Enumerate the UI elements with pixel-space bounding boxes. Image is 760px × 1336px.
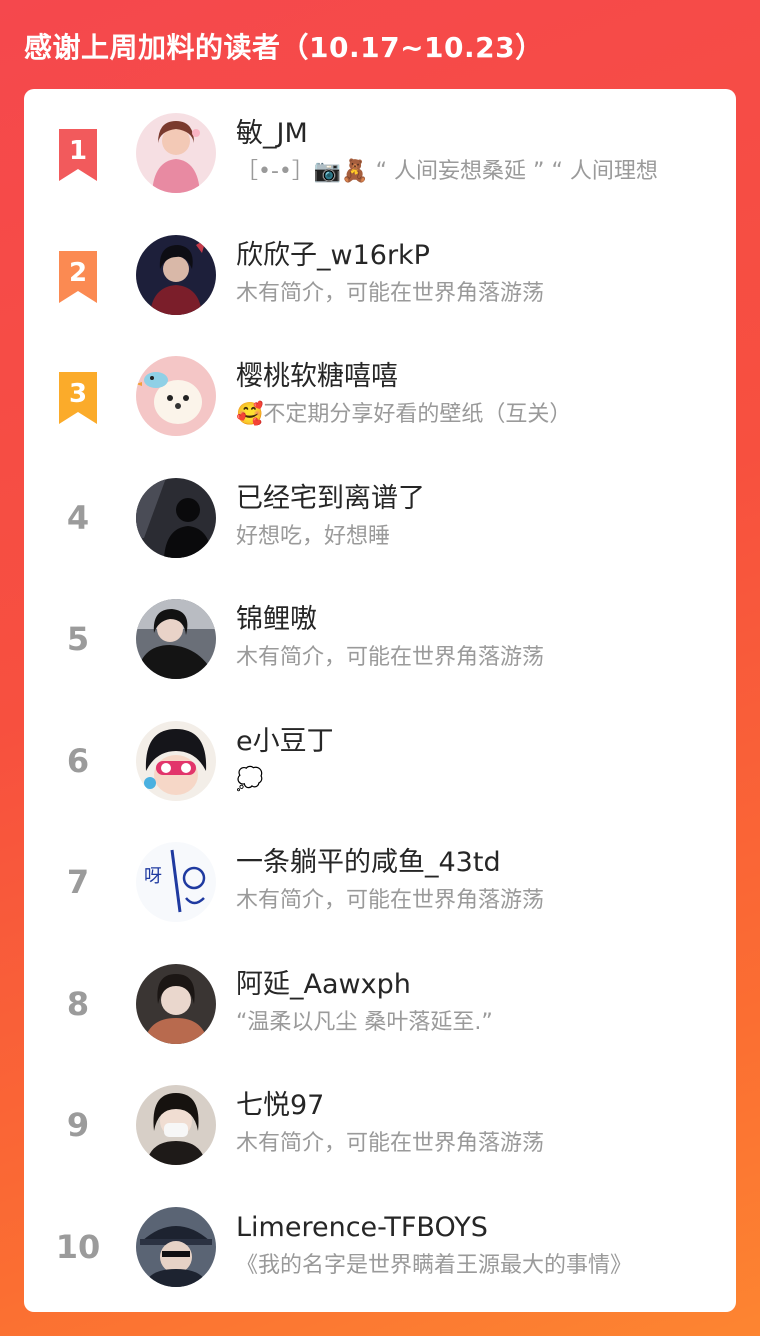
- avatar[interactable]: [136, 964, 216, 1044]
- list-item[interactable]: 5 锦鲤嗷 木有简介，可能在世界角落游荡: [24, 589, 736, 689]
- rank-number: 10: [55, 1228, 101, 1266]
- list-item[interactable]: 8 阿延_Aawxph “温柔以凡尘 桑叶落延至.”: [24, 954, 736, 1054]
- reader-name[interactable]: 锦鲤嗷: [236, 601, 716, 639]
- reader-name[interactable]: 七悦97: [236, 1087, 716, 1125]
- reader-list-card: 1 敏_JM ［•-•］📷🧸 “ 人间妄想桑延 ” “ 人间理想 2 欣欣子_w…: [24, 89, 736, 1312]
- reader-name[interactable]: 樱桃软糖嘻嘻: [236, 358, 716, 396]
- reader-bio: 🥰不定期分享好看的壁纸（互关）: [236, 402, 572, 427]
- list-item[interactable]: 1 敏_JM ［•-•］📷🧸 “ 人间妄想桑延 ” “ 人间理想: [24, 103, 736, 203]
- rank-number: 8: [66, 985, 90, 1023]
- rank-number: 4: [66, 499, 90, 537]
- avatar[interactable]: [136, 356, 216, 436]
- rank-number: 5: [66, 620, 90, 658]
- list-item[interactable]: 10 Limerence-TFBOYS 《我的名字是世界瞒着王源最大的事情》: [24, 1197, 736, 1297]
- reader-bio: “温柔以凡尘 桑叶落延至.”: [236, 1010, 493, 1035]
- rank-number: 9: [66, 1106, 90, 1144]
- reader-bio: 木有简介，可能在世界角落游荡: [236, 281, 545, 306]
- rank-label: 2: [69, 258, 87, 288]
- reader-name[interactable]: 欣欣子_w16rkP: [236, 237, 716, 275]
- list-item[interactable]: 7 呀 一条躺平的咸鱼_43td 木有简介，可能在世界角落游荡: [24, 832, 736, 932]
- avatar[interactable]: [136, 235, 216, 315]
- rank-number: 7: [66, 863, 90, 901]
- reader-bio: ［•-•］📷🧸 “ 人间妄想桑延 ” “ 人间理想: [236, 159, 658, 184]
- reader-bio: 💭: [236, 767, 264, 792]
- rank-ribbon-icon: 1: [57, 127, 99, 183]
- page-title: 感谢上周加料的读者（10.17~10.23）: [24, 31, 544, 64]
- list-item[interactable]: 3 樱桃软糖嘻嘻 🥰不定期分享好看的壁纸（互关）: [24, 346, 736, 446]
- reader-name[interactable]: Limerence-TFBOYS: [236, 1209, 716, 1247]
- avatar[interactable]: [136, 599, 216, 679]
- avatar[interactable]: [136, 721, 216, 801]
- reader-name[interactable]: 阿延_Aawxph: [236, 966, 716, 1004]
- list-item[interactable]: 9 七悦97 木有简介，可能在世界角落游荡: [24, 1075, 736, 1175]
- reader-bio: 木有简介，可能在世界角落游荡: [236, 1131, 545, 1156]
- list-item[interactable]: 2 欣欣子_w16rkP 木有简介，可能在世界角落游荡: [24, 225, 736, 325]
- reader-name[interactable]: e小豆丁: [236, 723, 716, 761]
- rank-ribbon-icon: 2: [57, 249, 99, 305]
- rank-ribbon-icon: 3: [57, 370, 99, 426]
- avatar[interactable]: [136, 113, 216, 193]
- avatar[interactable]: [136, 478, 216, 558]
- rank-label: 1: [69, 136, 87, 166]
- reader-name[interactable]: 已经宅到离谱了: [236, 480, 716, 518]
- rank-number: 6: [66, 742, 90, 780]
- avatar[interactable]: [136, 1085, 216, 1165]
- avatar[interactable]: [136, 1207, 216, 1287]
- avatar[interactable]: 呀: [136, 842, 216, 922]
- reader-bio: 木有简介，可能在世界角落游荡: [236, 888, 545, 913]
- list-item[interactable]: 4 已经宅到离谱了 好想吃，好想睡: [24, 468, 736, 568]
- list-item[interactable]: 6 e小豆丁 💭: [24, 711, 736, 811]
- reader-name[interactable]: 一条躺平的咸鱼_43td: [236, 844, 716, 882]
- rank-label: 3: [69, 379, 87, 409]
- reader-bio: 《我的名字是世界瞒着王源最大的事情》: [236, 1253, 633, 1278]
- reader-name[interactable]: 敏_JM: [236, 115, 716, 153]
- reader-bio: 好想吃，好想睡: [236, 524, 391, 549]
- reader-bio: 木有简介，可能在世界角落游荡: [236, 645, 545, 670]
- svg-text:呀: 呀: [144, 866, 162, 887]
